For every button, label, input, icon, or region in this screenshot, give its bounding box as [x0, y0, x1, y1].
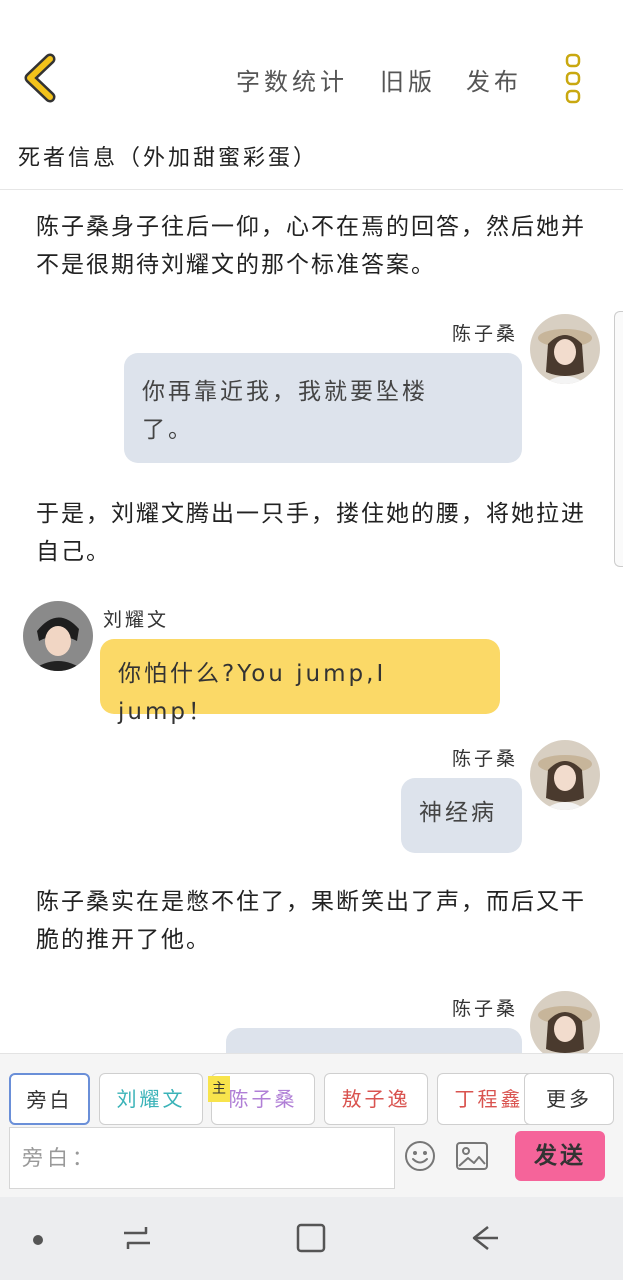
- main-role-badge: 主: [208, 1076, 230, 1102]
- system-nav-bar: [0, 1197, 623, 1280]
- recents-icon: [124, 1227, 150, 1249]
- home-button[interactable]: [294, 1221, 328, 1255]
- dot-icon: [33, 1235, 43, 1245]
- narration-text: 于是，刘耀文腾出一只手，搂住她的腰，将她拉进自己。: [36, 501, 586, 565]
- image-button[interactable]: [455, 1141, 489, 1171]
- scroll-handle[interactable]: [614, 311, 623, 567]
- avatar-boy-icon: [23, 601, 93, 671]
- message-text: 你再靠近我，我就要坠楼了。: [142, 379, 428, 443]
- back-button[interactable]: [18, 52, 68, 104]
- more-roles-button[interactable]: 更多: [524, 1073, 614, 1125]
- role-tab-narrator[interactable]: 旁白: [9, 1073, 90, 1125]
- message-text: 神经病: [419, 800, 497, 826]
- emoji-icon: [405, 1141, 435, 1171]
- speaker-name: 陈子桑: [452, 748, 519, 770]
- back-nav-button[interactable]: [468, 1221, 502, 1255]
- message-bubble[interactable]: 神经病: [401, 778, 522, 853]
- image-icon: [456, 1142, 488, 1170]
- narration-text: 陈子桑实在是憋不住了，果断笑出了声，而后又干脆的推开了他。: [36, 889, 586, 953]
- top-bar: 字数统计 旧版 发布: [0, 0, 623, 130]
- message-input[interactable]: [9, 1127, 395, 1189]
- speaker-name: 刘耀文: [103, 609, 170, 631]
- more-vertical-icon: [565, 53, 581, 104]
- message-bubble[interactable]: 你再靠近我，我就要坠楼了。: [124, 353, 522, 463]
- avatar-girl-icon: [530, 314, 600, 384]
- nav-dot-button[interactable]: [32, 1231, 44, 1245]
- message-bubble[interactable]: 你怕什么?You jump,I jump！: [100, 639, 500, 725]
- old-version-button[interactable]: 旧版: [380, 62, 436, 97]
- send-button[interactable]: 发送: [515, 1131, 605, 1181]
- role-selector-bar: 旁白 刘耀文 陈子桑 主 敖子逸 丁程鑫 更多: [0, 1053, 623, 1125]
- home-icon: [296, 1223, 326, 1253]
- narration-text: 陈子桑身子往后一仰，心不在焉的回答，然后她并不是很期待刘耀文的那个标准答案。: [36, 214, 586, 278]
- avatar[interactable]: [530, 740, 600, 810]
- word-count-button[interactable]: 字数统计: [236, 62, 348, 97]
- compose-bar: 发送: [0, 1125, 623, 1197]
- speaker-name: 陈子桑: [452, 998, 519, 1020]
- role-tab-liu[interactable]: 刘耀文: [99, 1073, 203, 1125]
- avatar[interactable]: [530, 991, 600, 1053]
- role-tab-sa[interactable]: 敖子逸: [324, 1073, 428, 1125]
- speaker-name: 陈子桑: [452, 323, 519, 345]
- avatar-girl-icon: [530, 740, 600, 810]
- message-text: 你怕什么?You jump,I jump！: [118, 661, 387, 725]
- recents-button[interactable]: [120, 1221, 154, 1255]
- back-icon: [472, 1226, 498, 1250]
- avatar[interactable]: [23, 601, 93, 671]
- chat-area[interactable]: 陈子桑身子往后一仰，心不在焉的回答，然后她并不是很期待刘耀文的那个标准答案。 陈…: [0, 191, 623, 1053]
- emoji-button[interactable]: [403, 1139, 437, 1173]
- message-bubble[interactable]: [226, 1028, 522, 1053]
- avatar[interactable]: [530, 314, 600, 384]
- chevron-left-icon: [24, 53, 56, 103]
- story-title-bar: 死者信息（外加甜蜜彩蛋）: [0, 130, 623, 190]
- more-menu-button[interactable]: [556, 52, 590, 106]
- story-title[interactable]: 死者信息（外加甜蜜彩蛋）: [18, 140, 318, 172]
- publish-button[interactable]: 发布: [466, 62, 522, 97]
- avatar-girl-icon: [530, 991, 600, 1053]
